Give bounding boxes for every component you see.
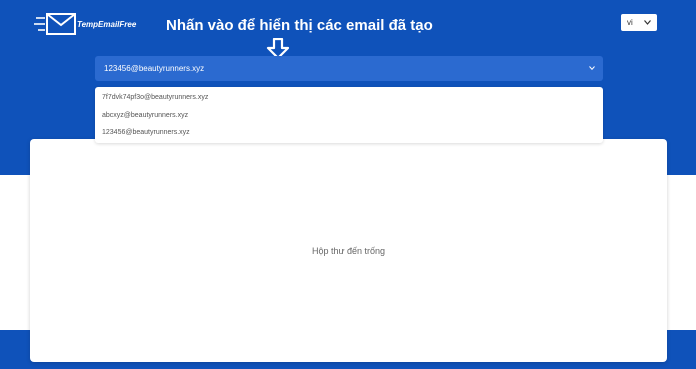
annotation-text: Nhấn vào để hiển thị các email đã tạo [166, 17, 433, 34]
logo-text: TempEmailFree [77, 20, 137, 29]
email-option[interactable]: abcxyz@beautyrunners.xyz [95, 107, 603, 125]
envelope-icon [34, 13, 76, 35]
email-select-value: 123456@beautyrunners.xyz [104, 64, 205, 73]
inbox-empty-text: Hộp thư đến trống [311, 246, 386, 256]
email-select[interactable]: 123456@beautyrunners.xyz [95, 56, 603, 81]
email-option[interactable]: 123456@beautyrunners.xyz [95, 124, 603, 142]
email-option[interactable]: 7f7dvk74pf3o@beautyrunners.xyz [95, 89, 603, 107]
language-select[interactable]: vi [621, 14, 657, 31]
language-value: vi [627, 18, 633, 27]
chevron-down-icon [589, 66, 595, 70]
chevron-down-icon [644, 20, 651, 25]
email-dropdown: 7f7dvk74pf3o@beautyrunners.xyz abcxyz@be… [95, 87, 603, 143]
inbox-panel: Hộp thư đến trống [30, 139, 667, 362]
logo[interactable]: TempEmailFree [34, 11, 174, 37]
